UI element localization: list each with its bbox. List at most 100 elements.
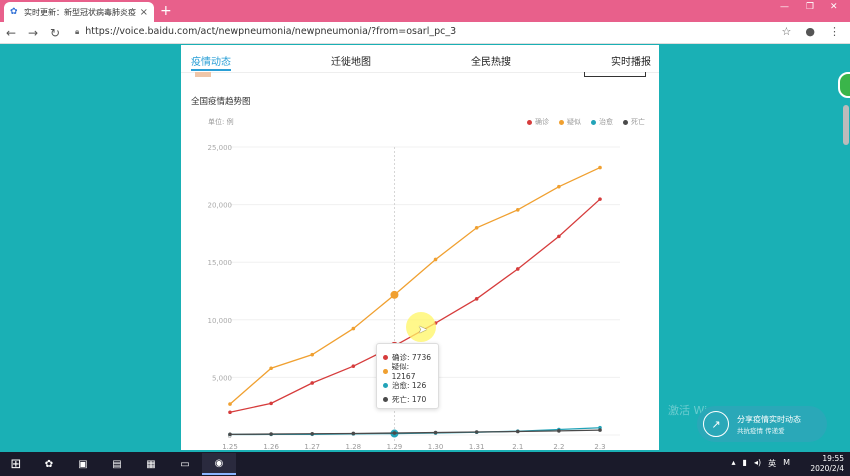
data-point — [228, 402, 232, 406]
data-point — [310, 431, 315, 436]
tooltip-label: 死亡: 170 — [392, 394, 427, 404]
taskbar-app-chrome-icon[interactable]: ◉ — [202, 453, 236, 475]
x-tick-label: 1.29 — [387, 443, 403, 450]
taskbar-clock[interactable]: 19:55 2020/2/4 — [810, 454, 844, 474]
tab-close-icon[interactable]: × — [140, 7, 148, 18]
chart-tooltip: 确诊: 7736 疑似: 12167 治愈: 126 死亡: 170 — [376, 343, 439, 409]
share-icon: ↗ — [703, 411, 729, 437]
data-point — [598, 197, 602, 201]
tooltip-row-cured: 治愈: 126 — [383, 378, 432, 392]
data-point — [269, 366, 273, 371]
tooltip-dot-cured — [383, 382, 388, 388]
side-badge[interactable] — [838, 72, 850, 98]
y-tick-label: 15,000 — [208, 259, 233, 267]
minimize-button[interactable]: — — [780, 2, 789, 12]
scrollbar-thumb[interactable] — [843, 105, 849, 145]
tab-epidemic-news[interactable]: 疫情动态 — [191, 53, 231, 68]
clock-time: 19:55 — [822, 454, 844, 463]
box-fragment — [584, 72, 646, 77]
browser-tab[interactable]: ✿ 实时更新：新型冠状病毒肺炎疫情 × — [4, 2, 154, 22]
ime-icon[interactable]: M — [783, 458, 790, 469]
tab-live-report[interactable]: 实时播报 — [611, 53, 651, 68]
tooltip-row-dead: 死亡: 170 — [383, 392, 432, 406]
forward-arrow-icon[interactable]: → — [22, 26, 44, 40]
mouse-pointer-icon: ➤ — [418, 323, 428, 336]
data-point — [310, 352, 315, 357]
taskbar-app-colorful-icon[interactable]: ✿ — [32, 453, 66, 475]
data-point — [515, 208, 520, 212]
windows-taskbar: ⊞ ✿ ▣ ▤ ▦ ▭ ◉ ▴ ▮ ◂) 英 M 19:55 2020/2/4 — [0, 452, 850, 476]
x-tick-label: 1.25 — [222, 443, 238, 450]
volume-icon[interactable]: ◂) — [754, 458, 761, 469]
active-tab-underline — [191, 69, 231, 71]
share-title: 分享疫情实时动态 — [737, 414, 801, 424]
data-point — [351, 431, 356, 436]
taskbar-app-image-icon[interactable]: ▦ — [134, 453, 168, 475]
tab-title: 实时更新：新型冠状病毒肺炎疫情 — [24, 7, 136, 17]
back-arrow-icon[interactable]: ← — [0, 26, 22, 40]
data-point — [515, 267, 520, 271]
address-bar: ← → ↻ 🔒︎ https://voice.baidu.com/act/new… — [0, 22, 850, 44]
nav-tabs: 疫情动态 迁徙地图 全民热搜 实时播报 — [181, 45, 659, 73]
tray-expand-icon[interactable]: ▴ — [732, 458, 736, 469]
tooltip-label: 疑似: 12167 — [391, 362, 416, 381]
taskbar-app-powerpoint-icon[interactable]: ▣ — [66, 453, 100, 475]
data-point — [433, 257, 438, 262]
url-text: https://voice.baidu.com/act/newpneumonia… — [85, 26, 457, 37]
data-point — [474, 225, 479, 230]
x-tick-label: 2.1 — [512, 443, 523, 450]
clock-date: 2020/2/4 — [810, 464, 844, 473]
data-point — [557, 429, 561, 433]
data-point — [269, 432, 273, 436]
data-point — [433, 430, 438, 435]
x-tick-label: 2.2 — [553, 443, 564, 450]
tooltip-label: 治愈: 126 — [392, 380, 427, 390]
windows-start-icon[interactable]: ⊞ — [0, 457, 32, 472]
y-tick-label: 10,000 — [208, 317, 233, 325]
close-window-button[interactable]: ✕ — [830, 2, 838, 12]
lock-icon: 🔒︎ — [75, 26, 80, 36]
data-point — [269, 401, 273, 406]
x-tick-label: 1.31 — [469, 443, 485, 450]
data-point — [598, 428, 602, 432]
tab-migration-map[interactable]: 迁徙地图 — [331, 53, 371, 68]
data-point — [474, 430, 479, 434]
url-field[interactable]: 🔒︎ https://voice.baidu.com/act/newpneumo… — [75, 26, 456, 37]
network-icon[interactable]: ▮ — [743, 458, 747, 469]
data-point — [557, 234, 561, 239]
data-point — [598, 165, 602, 170]
reload-icon[interactable]: ↻ — [44, 26, 66, 40]
taskbar-app-folder-icon[interactable]: ▭ — [168, 453, 202, 475]
share-button[interactable]: ↗ 分享疫情实时动态 共抗疫情 传递爱 — [697, 406, 827, 442]
account-icon[interactable]: ● — [805, 25, 815, 38]
new-tab-button[interactable]: + — [160, 2, 172, 20]
input-language[interactable]: 英 — [768, 458, 776, 469]
maximize-button[interactable]: ❐ — [806, 2, 814, 12]
bookmark-star-icon[interactable]: ☆ — [782, 25, 792, 38]
data-point — [351, 326, 356, 331]
taskbar-app-pycharm-icon[interactable]: ▤ — [100, 453, 134, 475]
y-tick-label: 20,000 — [208, 202, 233, 210]
tooltip-row-suspected: 疑似: 12167 — [383, 362, 432, 381]
tooltip-dot-suspected — [383, 368, 388, 374]
data-point — [515, 429, 520, 434]
system-tray: ▴ ▮ ◂) 英 M — [732, 458, 790, 469]
tab-hot-search[interactable]: 全民热搜 — [471, 53, 511, 68]
x-tick-label: 1.30 — [428, 443, 444, 450]
y-tick-label: 5,000 — [212, 374, 232, 382]
data-point — [310, 381, 315, 385]
x-tick-label: 1.27 — [304, 443, 320, 450]
data-point — [351, 364, 356, 368]
x-tick-label: 1.26 — [263, 443, 279, 450]
data-point — [392, 431, 397, 435]
share-subtitle: 共抗疫情 传递爱 — [737, 426, 785, 435]
color-swatch — [195, 72, 211, 77]
data-point — [557, 184, 561, 189]
baidu-paw-icon: ✿ — [10, 7, 18, 17]
y-tick-label: 25,000 — [208, 144, 233, 152]
data-point — [390, 290, 399, 299]
tooltip-dot-dead — [383, 396, 388, 402]
menu-kebab-icon[interactable]: ⋮ — [829, 25, 840, 38]
x-tick-label: 1.28 — [346, 443, 362, 450]
x-tick-label: 2.3 — [594, 443, 605, 450]
